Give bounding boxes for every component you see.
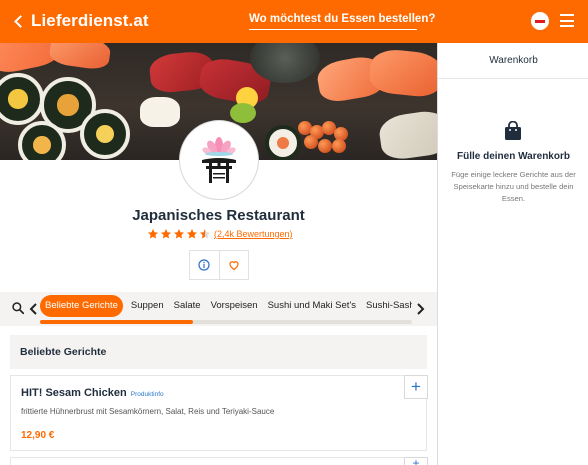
category-scroll-thumb[interactable] [40,320,193,324]
restaurant-logo [179,120,259,200]
cart-panel: Warenkorb Fülle deinen Warenkorb Füge ei… [437,43,588,465]
tab-salate[interactable]: Salate [170,295,205,317]
star-icon [174,229,184,239]
product-info-link[interactable]: Produktinfo [131,391,164,398]
dish-price: 12,90 € [21,430,55,441]
category-tabs: Beliebte Gerichte Suppen Salate Vorspeisen S… [40,295,412,317]
rating-row: (2,4k Bewertungen) [147,227,293,241]
reviews-link[interactable]: (2,4k Bewertungen) [214,229,293,239]
favorite-button[interactable] [220,251,249,279]
minus-circle-icon [535,19,545,23]
add-to-cart-button[interactable]: + [404,375,428,399]
cart-empty-text: Füge einige leckere Gerichte aus der Spe… [451,170,576,203]
section-title: Beliebte Gerichte [10,335,427,369]
dish-card[interactable]: HIT! Sesam Chicken Produktinfo frittiert… [10,375,427,451]
account-button[interactable] [531,12,549,30]
half-star-icon [200,229,210,239]
tab-beliebte-gerichte[interactable]: Beliebte Gerichte [40,295,123,317]
dish-description: frittierte Hühnerbrust mit Sesamkörnern,… [21,407,275,416]
info-icon [198,259,210,271]
back-home-link[interactable]: Lieferdienst.at [14,10,149,32]
restaurant-actions [189,250,249,280]
dish-card[interactable] [10,457,427,465]
heart-icon [229,261,239,271]
tab-vorspeisen[interactable]: Vorspeisen [207,295,262,317]
star-icon [187,229,197,239]
add-to-cart-button[interactable]: + [404,457,428,465]
chevron-left-icon [14,15,27,28]
shopping-bag-icon [505,121,521,140]
restaurant-name: Japanisches Restaurant [132,207,305,224]
cart-title: Warenkorb [438,43,588,79]
chevron-left-icon[interactable] [29,303,39,315]
brand-name: Lieferdienst.at [31,11,149,30]
info-button[interactable] [190,251,220,279]
star-icon [161,229,171,239]
tab-sushi-maki-sets[interactable]: Sushi und Maki Set's [264,295,360,317]
dish-name: HIT! Sesam Chicken [21,387,127,399]
star-icon [148,229,158,239]
chevron-right-icon[interactable] [415,303,425,315]
dish-title-row: HIT! Sesam Chicken Produktinfo [21,387,164,399]
address-prompt-link[interactable]: Wo möchtest du Essen bestellen? [249,12,435,30]
tab-sushi-sashimi-sets[interactable]: Sushi-Sashimi Se [362,295,412,317]
cart-empty-title: Fülle deinen Warenkorb [457,151,570,162]
tab-suppen[interactable]: Suppen [127,295,168,317]
hamburger-icon[interactable] [560,14,574,27]
search-icon[interactable] [11,301,25,315]
top-header: Lieferdienst.at Wo möchtest du Essen bes… [0,0,588,43]
